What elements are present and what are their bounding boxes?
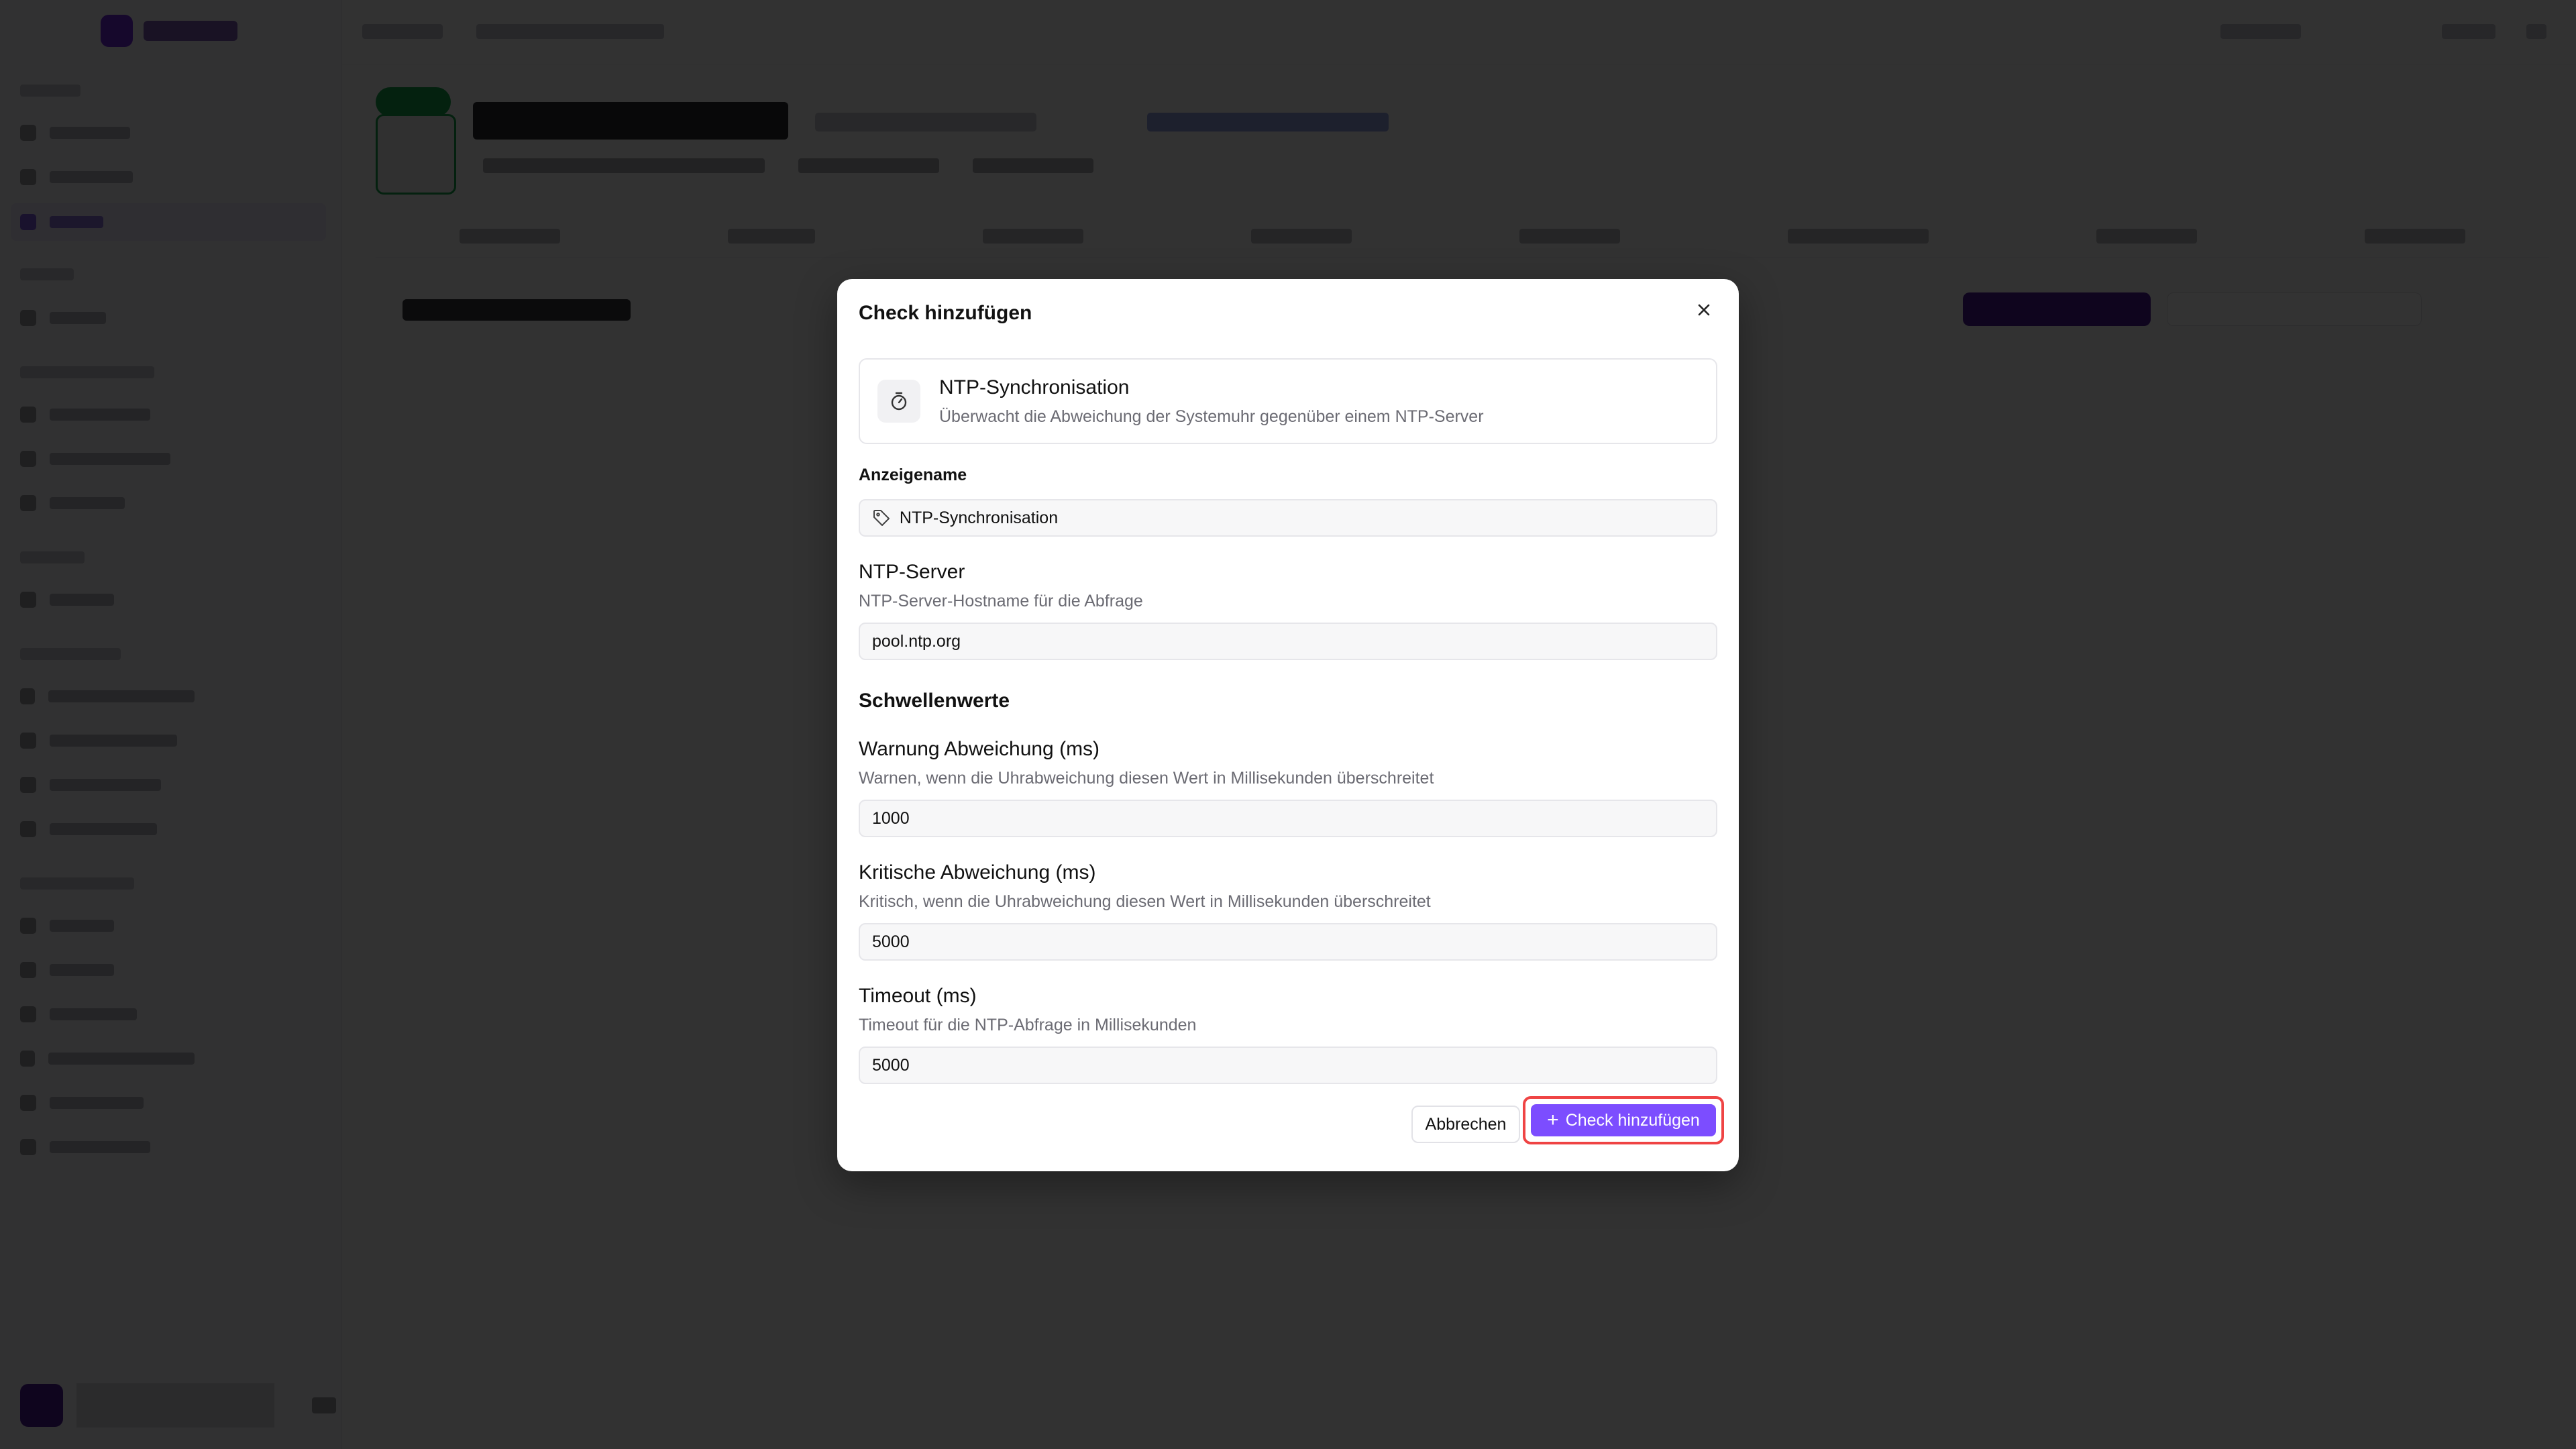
check-type-name: NTP-Synchronisation [939, 376, 1130, 398]
tag-icon [872, 508, 892, 528]
close-button[interactable] [1689, 295, 1719, 325]
cancel-button[interactable]: Abbrechen [1411, 1106, 1520, 1143]
critical-threshold-help: Kritisch, wenn die Uhrabweichung diesen … [859, 892, 1431, 911]
ntp-server-input[interactable] [860, 624, 1716, 659]
ntp-server-help: NTP-Server-Hostname für die Abfrage [859, 592, 1143, 610]
critical-threshold-input[interactable] [860, 924, 1716, 959]
warning-threshold-field[interactable] [859, 800, 1717, 837]
display-name-label: Anzeigename [859, 466, 967, 484]
ntp-server-label: NTP-Server [859, 561, 965, 583]
timeout-field[interactable] [859, 1046, 1717, 1084]
check-type-description: Überwacht die Abweichung der Systemuhr g… [939, 407, 1484, 426]
thresholds-heading: Schwellenwerte [859, 690, 1010, 712]
display-name-input[interactable] [891, 500, 1716, 535]
warning-threshold-help: Warnen, wenn die Uhrabweichung diesen We… [859, 769, 1434, 788]
highlight-ring: + Check hinzufügen [1523, 1096, 1724, 1144]
timeout-help: Timeout für die NTP-Abfrage in Milliseku… [859, 1016, 1197, 1034]
check-type-card: NTP-Synchronisation Überwacht die Abweic… [859, 358, 1717, 444]
close-icon [1697, 298, 1711, 323]
critical-threshold-field[interactable] [859, 923, 1717, 961]
timeout-label: Timeout (ms) [859, 985, 977, 1007]
add-check-dialog: Check hinzufügen NTP-Synchronisation Übe… [837, 279, 1739, 1171]
display-name-field[interactable] [859, 499, 1717, 537]
plus-icon: + [1547, 1109, 1559, 1131]
warning-threshold-input[interactable] [860, 801, 1716, 836]
add-check-button[interactable]: + Check hinzufügen [1531, 1104, 1716, 1136]
timer-icon [877, 380, 920, 423]
ntp-server-field[interactable] [859, 623, 1717, 660]
warning-threshold-label: Warnung Abweichung (ms) [859, 738, 1100, 760]
critical-threshold-label: Kritische Abweichung (ms) [859, 861, 1096, 883]
add-check-button-label: Check hinzufügen [1565, 1110, 1700, 1130]
timeout-input[interactable] [860, 1048, 1716, 1083]
dialog-title: Check hinzufügen [859, 302, 1032, 324]
